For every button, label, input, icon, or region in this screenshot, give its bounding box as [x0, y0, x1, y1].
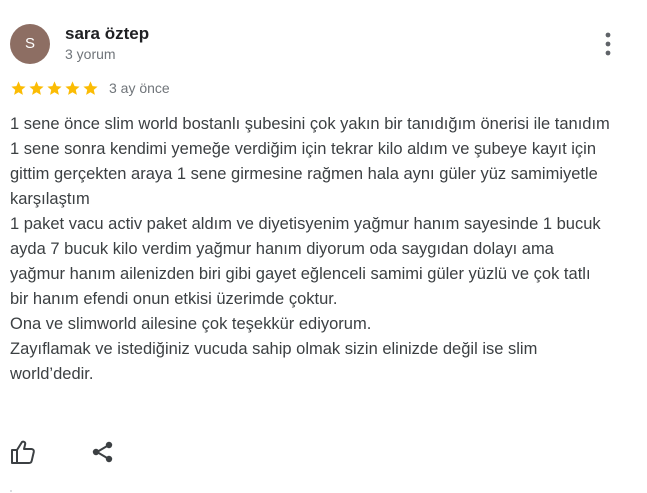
review-text: 1 sene önce slim world bostanlı şubesini…: [10, 112, 610, 387]
rating-row: 3 ay önce: [10, 78, 170, 98]
author-name[interactable]: sara öztep: [65, 24, 149, 44]
divider-dot: [10, 490, 12, 492]
star-icon: [29, 80, 44, 95]
review-paragraph: Zayıflamak ve istediğiniz vucuda sahip o…: [10, 340, 538, 383]
avatar[interactable]: S: [10, 24, 50, 64]
review-paragraph: Ona ve slimworld ailesine çok teşekkür e…: [10, 315, 372, 333]
author-review-count[interactable]: 3 yorum: [65, 46, 116, 62]
more-options-button[interactable]: [596, 30, 620, 58]
share-button[interactable]: [89, 438, 117, 466]
star-icon: [11, 80, 26, 95]
review-card: S sara öztep 3 yorum 3 ay önce 1 sene ön…: [0, 0, 647, 493]
review-paragraph: 1 paket vacu activ paket aldım ve diyeti…: [10, 215, 601, 308]
star-icon: [65, 80, 80, 95]
like-button[interactable]: [9, 438, 37, 466]
avatar-initial: S: [24, 35, 35, 52]
review-date: 3 ay önce: [109, 80, 170, 96]
star-icon: [47, 80, 62, 95]
review-paragraph: 1 sene sonra kendimi yemeğe verdiğim içi…: [10, 140, 598, 208]
star-icon: [83, 80, 98, 95]
more-vert-icon: [605, 32, 611, 56]
review-paragraph: 1 sene önce slim world bostanlı şubesini…: [10, 115, 610, 133]
share-icon: [92, 441, 113, 463]
star-rating: [10, 80, 100, 97]
thumb-up-icon: [11, 440, 35, 464]
